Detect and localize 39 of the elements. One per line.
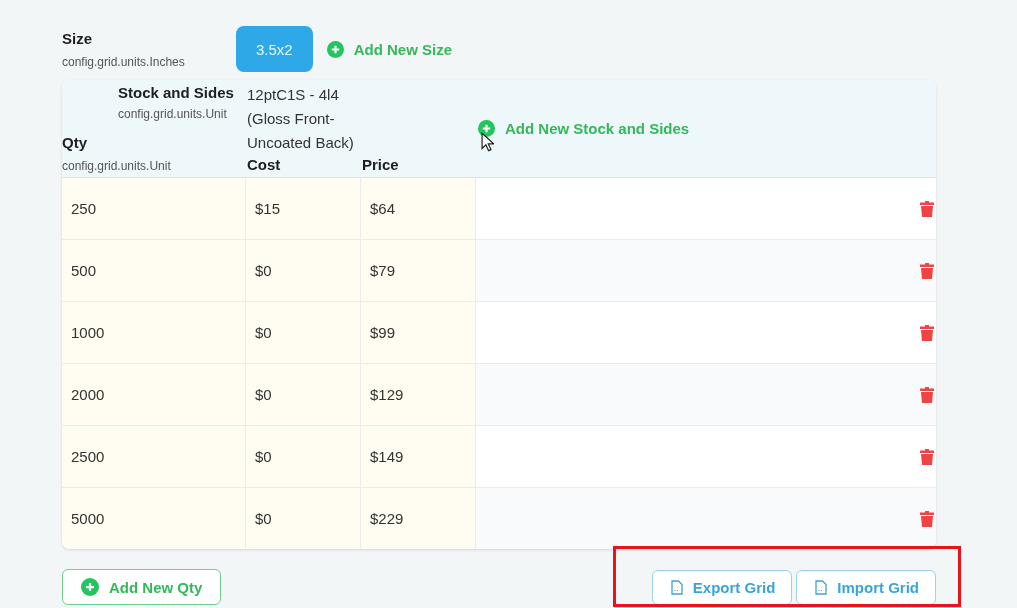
trash-icon[interactable]: [919, 509, 935, 528]
trash-icon[interactable]: [919, 261, 935, 280]
table-cell[interactable]: $0: [246, 488, 361, 549]
trash-icon[interactable]: [919, 385, 935, 404]
table-cell[interactable]: $99: [361, 302, 476, 363]
stock-label: Stock and Sides: [118, 84, 235, 101]
cursor-icon: [481, 132, 494, 152]
qty-units: config.grid.units.Unit: [62, 159, 172, 173]
table-cell[interactable]: $0: [246, 426, 361, 487]
stock-option[interactable]: 12ptC1S - 4l4 (Gloss Front-Uncoated Back): [246, 83, 365, 155]
file-icon: [670, 579, 683, 595]
column-header: Cost: [246, 156, 281, 173]
table-cell[interactable]: $79: [361, 240, 476, 301]
table-cell[interactable]: $0: [246, 302, 361, 363]
table-cell[interactable]: $229: [361, 488, 476, 549]
qty-label: Qty: [62, 134, 88, 151]
table-cell[interactable]: $0: [246, 364, 361, 425]
column-header: Price: [361, 156, 399, 173]
trash-icon[interactable]: [919, 447, 935, 466]
trash-icon[interactable]: [919, 323, 935, 342]
table-cell[interactable]: 2500: [62, 426, 246, 487]
plus-icon: [326, 40, 344, 58]
file-icon: [815, 579, 828, 595]
table-cell[interactable]: $149: [361, 426, 476, 487]
table-cell[interactable]: $64: [361, 178, 476, 239]
table-cell[interactable]: 2000: [62, 364, 246, 425]
table-cell[interactable]: $129: [361, 364, 476, 425]
stock-units: config.grid.units.Unit: [118, 107, 228, 121]
plus-icon: [81, 578, 99, 596]
table-cell[interactable]: $0: [246, 240, 361, 301]
table-cell[interactable]: 500: [62, 240, 246, 301]
table-cell[interactable]: 5000: [62, 488, 246, 549]
trash-icon[interactable]: [919, 199, 935, 218]
table-cell[interactable]: 1000: [62, 302, 246, 363]
size-label: Size: [62, 29, 93, 47]
table-cell[interactable]: $15: [246, 178, 361, 239]
table-cell[interactable]: 250: [62, 178, 246, 239]
size-units: config.grid.units.Inches: [62, 54, 186, 69]
plus-icon: [478, 120, 495, 137]
